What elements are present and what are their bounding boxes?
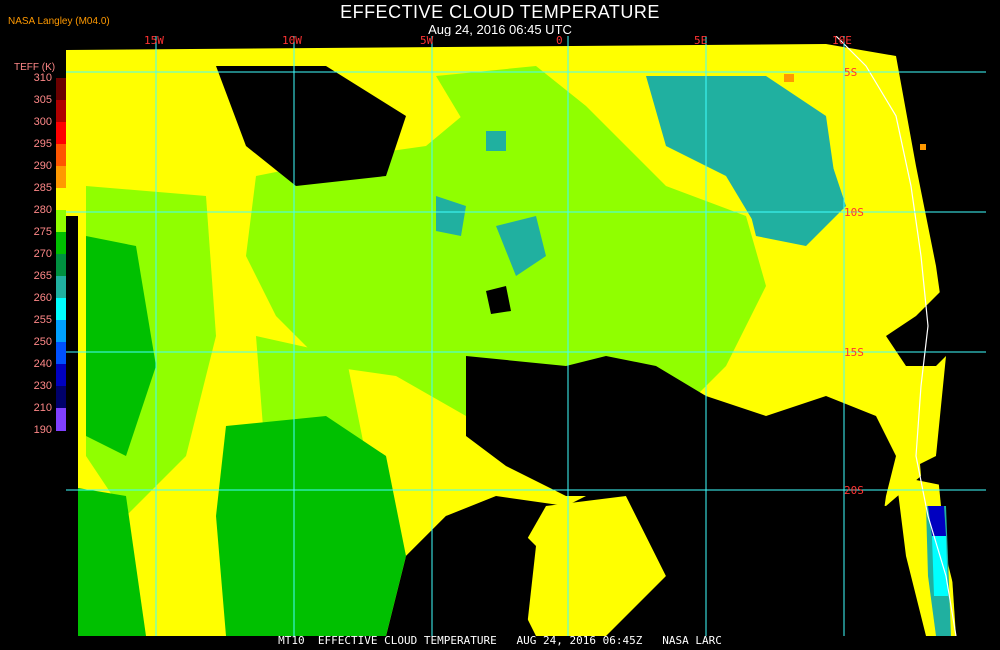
legend-tick-label: 190 xyxy=(33,424,52,436)
legend-tick-label: 230 xyxy=(33,380,52,392)
legend-tick-label: 210 xyxy=(33,402,52,414)
legend-tick-label: 290 xyxy=(33,160,52,172)
legend-tick-label: 265 xyxy=(33,270,52,282)
legend-tick-label: 280 xyxy=(33,204,52,216)
legend-tick-label: 285 xyxy=(33,182,52,194)
longitude-label: 10E xyxy=(832,36,852,47)
page-title: EFFECTIVE CLOUD TEMPERATURE xyxy=(340,2,660,22)
latitude-label: 20S xyxy=(844,484,864,497)
longitude-label: 15W xyxy=(144,36,164,47)
legend-tick-label: 240 xyxy=(33,358,52,370)
legend-tick-label: 260 xyxy=(33,292,52,304)
legend-tick-label: 295 xyxy=(33,138,52,150)
legend-tick-label: 300 xyxy=(33,116,52,128)
longitude-label: 5W xyxy=(420,36,434,47)
longitude-label: 5E xyxy=(694,36,707,47)
timestamp-subtitle: Aug 24, 2016 06:45 UTC xyxy=(428,22,572,37)
legend-tick-label: 250 xyxy=(33,336,52,348)
latitude-label: 15S xyxy=(844,346,864,359)
legend-tick-label: 305 xyxy=(33,94,52,106)
longitude-label: 0 xyxy=(556,36,563,47)
footer-caption: MT10 EFFECTIVE CLOUD TEMPERATURE AUG 24,… xyxy=(278,634,722,647)
latitude-label: 5S xyxy=(844,66,857,79)
legend-tick-label: 270 xyxy=(33,248,52,260)
latitude-label: 10S xyxy=(844,206,864,219)
cloud-temperature-map: 15W 10W 5W 0 5E 10E 5S 10S 15S 20S xyxy=(66,36,986,636)
satellite-image-page: NASA Langley (M04.0) EFFECTIVE CLOUD TEM… xyxy=(0,0,1000,650)
legend-tick-label: 255 xyxy=(33,314,52,326)
longitude-label: 10W xyxy=(282,36,302,47)
legend-tick-label: 310 xyxy=(33,72,52,84)
legend-tick-label: 275 xyxy=(33,226,52,238)
